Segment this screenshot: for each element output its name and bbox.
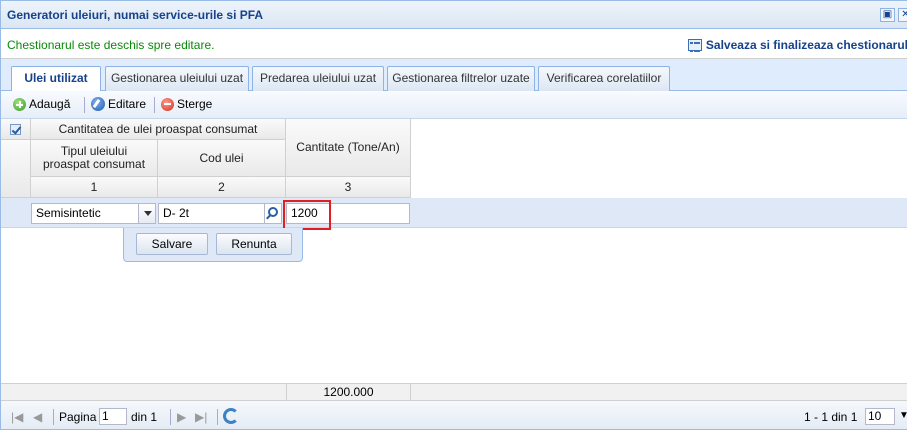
summary-row: 1200.000 <box>1 383 907 401</box>
delete-button-label: Sterge <box>177 97 213 111</box>
pager-separator <box>170 409 171 425</box>
tab-predarea-uleiului-uzat[interactable]: Predarea uleiului uzat <box>252 66 384 91</box>
delete-icon <box>161 97 174 111</box>
toolbar-separator <box>154 97 155 113</box>
row-editor: Semisintetic D- 2t 1200 <box>1 198 907 228</box>
select-all-header[interactable] <box>1 119 31 140</box>
panel-title: Generatori uleiuri, numai service-urile … <box>7 8 264 22</box>
tab-gestionarea-filtrelor-uzate[interactable]: Gestionarea filtrelor uzate <box>387 66 535 91</box>
tab-strip: Ulei utilizat Gestionarea uleiului uzat … <box>1 59 907 92</box>
edit-icon <box>91 97 105 111</box>
pager-separator <box>217 409 218 425</box>
page-label: Pagina <box>59 410 97 424</box>
tab-ulei-utilizat[interactable]: Ulei utilizat <box>11 66 101 92</box>
questionnaire-panel: Generatori uleiuri, numai service-urile … <box>0 0 907 430</box>
page-size-select[interactable]: 10 <box>865 408 895 425</box>
editor-buttons: Salvare Renunta <box>123 228 303 262</box>
next-page-icon[interactable]: ▶ <box>177 410 186 424</box>
edit-button[interactable]: Editare <box>91 97 146 111</box>
edit-button-label: Editare <box>108 97 147 111</box>
header-empty-area <box>411 119 907 198</box>
last-page-icon[interactable]: ▶| <box>195 410 207 424</box>
search-icon[interactable] <box>264 204 281 223</box>
oil-type-combo[interactable]: Semisintetic <box>31 203 156 224</box>
tab-gestionarea-uleiului-uzat[interactable]: Gestionarea uleiului uzat <box>105 66 249 91</box>
panel-header: Generatori uleiuri, numai service-urile … <box>1 1 907 29</box>
refresh-icon[interactable] <box>223 408 239 424</box>
save-button[interactable]: Salvare <box>136 233 208 255</box>
grid-toolbar: Adaugă Editare Sterge <box>1 91 907 119</box>
column-header-quantity[interactable]: Cantitate (Tone/An) <box>286 119 411 177</box>
column-number-2: 2 <box>158 177 286 198</box>
header-spacer <box>1 140 31 198</box>
delete-button[interactable]: Sterge <box>161 97 212 111</box>
column-number-1: 1 <box>31 177 158 198</box>
column-header-oil-type[interactable]: Tipul uleiului proaspat consumat <box>31 140 158 177</box>
tab-verificarea-corelatiilor[interactable]: Verificarea corelatiilor <box>538 66 670 91</box>
prev-page-icon[interactable]: ◀ <box>33 410 42 424</box>
add-button[interactable]: Adaugă <box>13 97 70 111</box>
quantity-input[interactable]: 1200 <box>286 203 410 224</box>
range-label: 1 - 1 din 1 <box>804 410 858 424</box>
page-number-input[interactable]: 1 <box>99 408 127 425</box>
status-message: Chestionarul este deschis spre editare. <box>7 38 215 52</box>
cancel-button[interactable]: Renunta <box>216 233 292 255</box>
paging-toolbar: |◀ ◀ Pagina 1 din 1 ▶ ▶| 1 - 1 din 1 10 … <box>1 401 907 429</box>
select-all-checkbox[interactable] <box>10 123 21 135</box>
add-icon <box>13 97 26 111</box>
chevron-down-icon[interactable]: ▼ <box>899 410 907 421</box>
oil-type-value: Semisintetic <box>36 206 101 220</box>
status-bar: Chestionarul este deschis spre editare. … <box>1 29 907 59</box>
first-page-icon[interactable]: |◀ <box>11 410 23 424</box>
toolbar-separator <box>84 97 85 113</box>
data-grid: Cantitatea de ulei proaspat consumat Can… <box>1 119 907 401</box>
page-count-label: din 1 <box>131 410 158 424</box>
restore-icon[interactable]: ▣ <box>880 8 895 22</box>
chevron-down-icon[interactable] <box>138 204 155 223</box>
finalize-button-label: Salveaza si finalizeaza chestionarul <box>705 38 907 52</box>
pager-separator <box>53 409 54 425</box>
finalize-button[interactable]: Salveaza si finalizeaza chestionarul <box>687 38 907 52</box>
quantity-total: 1200.000 <box>286 384 411 401</box>
close-icon[interactable]: ✕ <box>898 8 907 22</box>
add-button-label: Adaugă <box>29 97 71 111</box>
oil-code-value: D- 2t <box>163 206 190 220</box>
list-icon <box>687 39 702 52</box>
group-header: Cantitatea de ulei proaspat consumat <box>31 119 286 140</box>
column-number-3: 3 <box>286 177 411 198</box>
column-header-oil-code[interactable]: Cod ulei <box>158 140 286 177</box>
oil-code-field[interactable]: D- 2t <box>158 203 282 224</box>
